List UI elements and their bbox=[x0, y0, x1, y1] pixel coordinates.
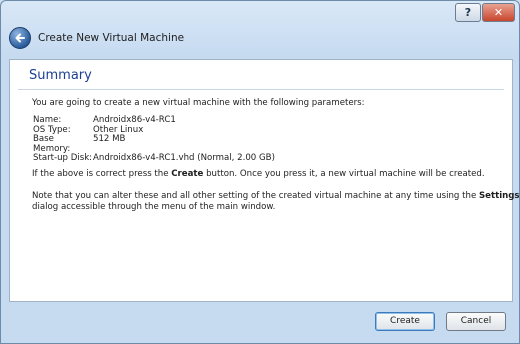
param-row: OS Type: Other Linux bbox=[33, 125, 275, 136]
parameter-list: Name: Androidx86-v4-RC1 OS Type: Other Lin… bbox=[33, 115, 275, 164]
title-divider bbox=[18, 89, 504, 90]
back-button[interactable] bbox=[9, 27, 31, 49]
close-button[interactable]: ✕ bbox=[482, 3, 515, 22]
header-title: Create New Virtual Machine bbox=[38, 32, 185, 44]
intro-text: You are going to create a new virtual ma… bbox=[32, 98, 365, 108]
titlebar: ? ✕ bbox=[1, 1, 519, 23]
back-arrow-icon bbox=[15, 33, 25, 43]
param-value: Androidx86-v4-RC1.vhd (Normal, 2.00 GB) bbox=[93, 153, 275, 164]
wizard-header: Create New Virtual Machine bbox=[1, 23, 519, 59]
button-bar: Create Cancel bbox=[1, 301, 519, 343]
help-button[interactable]: ? bbox=[455, 3, 481, 22]
create-button[interactable]: Create bbox=[375, 312, 435, 331]
content-panel: Summary You are going to create a new vi… bbox=[9, 59, 519, 302]
param-row: Start-up Disk: Androidx86-v4-RC1.vhd (Nor… bbox=[33, 154, 275, 164]
page-title: Summary bbox=[29, 68, 92, 83]
param-label: Start-up Disk: bbox=[33, 153, 93, 164]
create-note: If the above is correct press the Create… bbox=[32, 169, 485, 179]
cancel-button[interactable]: Cancel bbox=[446, 312, 506, 331]
settings-keyword: Settings bbox=[478, 191, 520, 201]
create-keyword: Create bbox=[171, 169, 204, 179]
param-label: Base Memory: bbox=[33, 134, 71, 154]
settings-note-line2: dialog accessible through the menu of th… bbox=[32, 202, 276, 212]
param-row: Base Memory: 512 MB bbox=[33, 134, 275, 154]
settings-note: Note that you can alter these and all ot… bbox=[32, 191, 520, 201]
param-value: 512 MB bbox=[93, 134, 126, 145]
dialog-window: ? ✕ Create New Virtual Machine Summary Y… bbox=[0, 0, 520, 344]
